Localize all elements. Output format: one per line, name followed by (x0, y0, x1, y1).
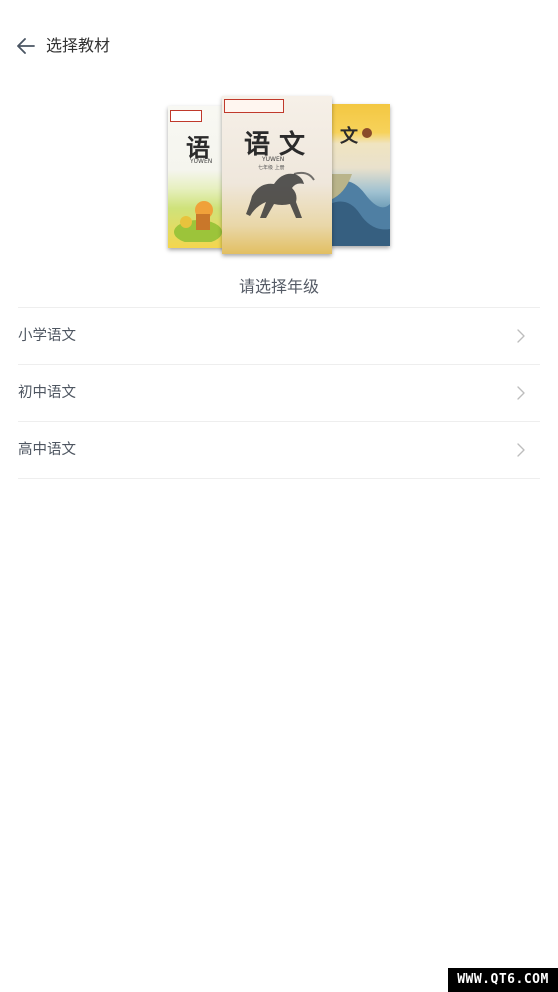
chevron-right-icon (517, 443, 525, 457)
coastline-illustration (330, 174, 390, 246)
cover-label-box (170, 110, 202, 122)
grade-item-high[interactable]: 高中语文 (18, 422, 540, 479)
right-cover-title: 文 (340, 126, 358, 147)
middleschool-textbook-cover: 语 文 YUWEN 七年级 上册 (222, 96, 332, 254)
chevron-right-icon (517, 386, 525, 400)
grade-item-label: 初中语文 (18, 385, 76, 401)
cartoon-illustration (174, 201, 222, 242)
highschool-textbook-cover: 文 (330, 104, 390, 246)
center-cover-subtitle: YUWEN (262, 156, 285, 163)
chevron-right-icon (517, 329, 525, 343)
textbook-covers-image: 语 YUWEN 文 语 文 YUWEN 七年级 上册 (166, 96, 392, 256)
watermark: WWW.QT6.COM (448, 968, 558, 992)
primary-textbook-cover: 语 YUWEN (168, 106, 226, 248)
left-cover-subtitle: YUWEN (190, 158, 213, 165)
cover-label-box (224, 99, 284, 113)
back-button[interactable] (14, 34, 38, 58)
grade-item-label: 小学语文 (18, 328, 76, 344)
volume-badge (362, 128, 372, 138)
page-title: 选择教材 (46, 36, 111, 55)
grade-list: 小学语文 初中语文 高中语文 (18, 307, 540, 479)
grade-item-primary[interactable]: 小学语文 (18, 308, 540, 365)
header-bar: 选择教材 (0, 0, 558, 92)
select-grade-heading: 请选择年级 (238, 277, 319, 296)
grade-item-label: 高中语文 (18, 442, 76, 458)
horse-illustration (246, 171, 315, 218)
arrow-left-icon (17, 38, 35, 54)
grade-item-middle[interactable]: 初中语文 (18, 365, 540, 422)
